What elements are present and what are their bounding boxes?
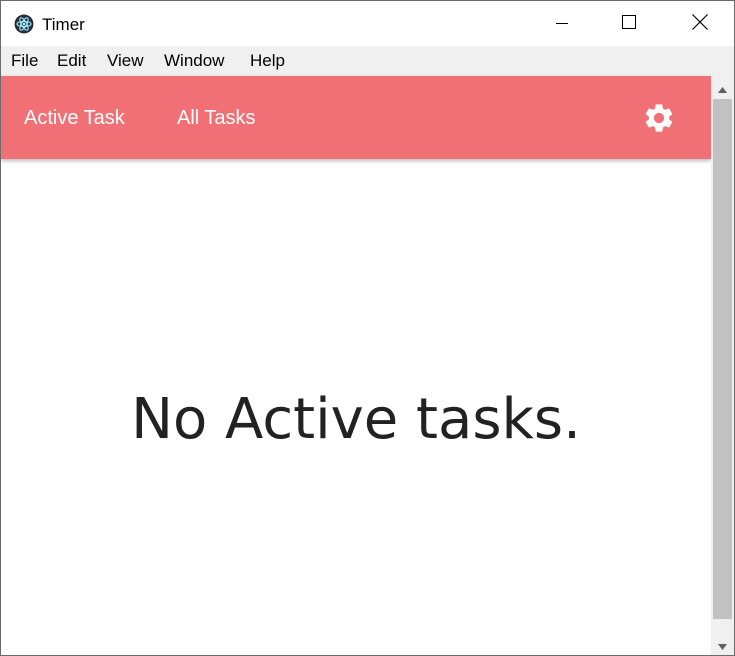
scroll-down-arrow-icon bbox=[718, 635, 727, 654]
menu-help[interactable]: Help bbox=[250, 51, 285, 71]
maximize-button[interactable] bbox=[606, 1, 652, 46]
app-bar: Active Task All Tasks bbox=[1, 76, 711, 159]
scroll-up-button[interactable] bbox=[711, 76, 734, 98]
minimize-icon bbox=[556, 14, 568, 33]
maximize-icon bbox=[622, 14, 636, 33]
app-window: Timer File Edit View Window Help Active … bbox=[0, 0, 735, 656]
menu-bar: File Edit View Window Help bbox=[1, 46, 734, 76]
tab-active-task[interactable]: Active Task bbox=[24, 105, 125, 131]
scroll-thumb[interactable] bbox=[713, 99, 732, 619]
empty-state-message: No Active tasks. bbox=[131, 387, 581, 452]
scroll-down-button[interactable] bbox=[711, 633, 734, 655]
minimize-button[interactable] bbox=[539, 1, 585, 46]
gear-icon[interactable] bbox=[642, 101, 676, 135]
menu-edit[interactable]: Edit bbox=[57, 51, 86, 71]
menu-file[interactable]: File bbox=[11, 51, 38, 71]
electron-atom-icon bbox=[14, 14, 34, 34]
vertical-scrollbar[interactable] bbox=[711, 76, 734, 655]
menu-view[interactable]: View bbox=[107, 51, 144, 71]
window-title: Timer bbox=[42, 15, 85, 34]
menu-window[interactable]: Window bbox=[164, 51, 224, 71]
tab-all-tasks[interactable]: All Tasks bbox=[177, 105, 256, 131]
scroll-up-arrow-icon bbox=[718, 78, 727, 97]
main-content: Active Task All Tasks No Active tasks. bbox=[1, 76, 711, 655]
title-bar[interactable]: Timer bbox=[1, 1, 734, 46]
close-button[interactable] bbox=[677, 1, 723, 46]
close-icon bbox=[692, 13, 708, 34]
